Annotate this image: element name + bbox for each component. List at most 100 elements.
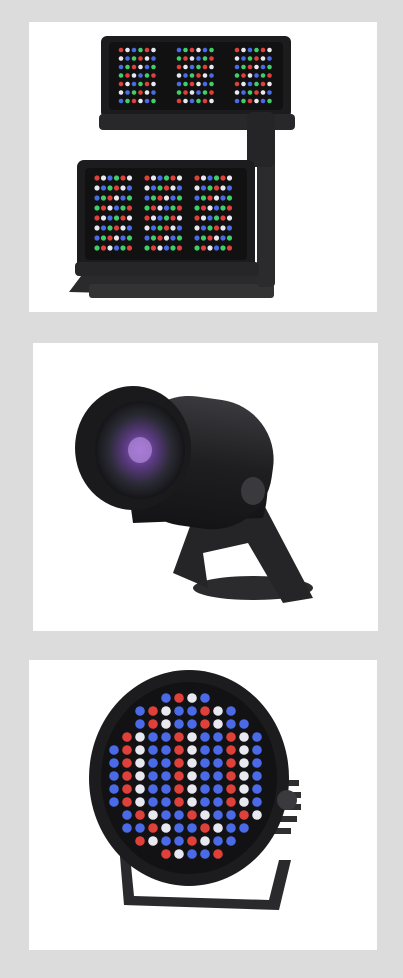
led-dot xyxy=(213,235,220,241)
led-dot xyxy=(209,47,214,53)
led-dot xyxy=(241,90,246,95)
led-dot xyxy=(151,98,156,104)
led-dot xyxy=(234,64,240,70)
led-dot xyxy=(200,185,207,191)
product-card-floodlight[interactable] xyxy=(29,22,377,312)
led-dot xyxy=(189,81,195,87)
led-dot xyxy=(113,195,120,201)
led-dot xyxy=(254,47,259,53)
led-dot xyxy=(126,225,133,231)
led-dot xyxy=(226,797,236,807)
led-dot xyxy=(174,836,184,846)
led-dot xyxy=(163,235,170,241)
led-dot xyxy=(122,784,132,794)
led-dot xyxy=(187,849,197,859)
led-dot xyxy=(247,56,253,61)
led-dot xyxy=(183,64,188,70)
led-dot xyxy=(187,745,197,755)
led-dot xyxy=(252,797,262,807)
led-dot xyxy=(176,225,183,231)
led-dot xyxy=(176,215,183,221)
led-dot xyxy=(252,784,262,794)
led-dot xyxy=(131,73,137,78)
led-dot xyxy=(234,47,240,53)
led-dot xyxy=(202,47,208,53)
led-dot xyxy=(196,73,201,78)
led-dot xyxy=(213,719,223,729)
led-dot xyxy=(170,245,176,251)
product-card-wash-light[interactable] xyxy=(29,660,377,950)
led-dot xyxy=(107,245,113,251)
led-dot xyxy=(144,47,150,53)
product-card-spotlight[interactable] xyxy=(33,343,378,631)
led-dot xyxy=(239,797,249,807)
led-dot xyxy=(174,797,184,807)
led-dot xyxy=(113,205,120,211)
led-dot xyxy=(150,175,157,181)
led-dot xyxy=(138,90,143,95)
led-dot xyxy=(161,771,171,781)
led-dot xyxy=(220,215,226,221)
led-dot xyxy=(94,185,100,191)
led-dot xyxy=(202,81,208,87)
led-dot xyxy=(213,175,220,181)
led-dot xyxy=(226,771,236,781)
led-dot xyxy=(189,64,195,70)
led-dot xyxy=(220,195,226,201)
led-dot xyxy=(125,98,130,104)
led-dot xyxy=(209,81,214,87)
led-dot xyxy=(194,245,200,251)
led-dot xyxy=(174,849,184,859)
led-dot xyxy=(148,745,158,755)
led-dot xyxy=(267,81,272,87)
led-dot xyxy=(150,225,157,231)
led-dot xyxy=(161,784,171,794)
led-dot xyxy=(187,732,197,742)
led-dot xyxy=(213,797,223,807)
led-dot xyxy=(183,90,188,95)
led-dot xyxy=(267,64,272,70)
led-dot xyxy=(107,175,113,181)
led-dot xyxy=(135,810,145,820)
led-dot xyxy=(113,225,120,231)
led-dot xyxy=(200,205,207,211)
led-dot xyxy=(150,185,157,191)
led-dot xyxy=(125,73,130,78)
led-dot xyxy=(260,56,266,61)
led-dot xyxy=(267,98,272,104)
led-dot xyxy=(157,205,163,211)
led-dot xyxy=(126,215,133,221)
led-dot xyxy=(113,245,120,251)
led-dot xyxy=(247,90,253,95)
led-dot xyxy=(226,823,236,833)
led-dot xyxy=(161,745,171,755)
led-dot xyxy=(107,215,113,221)
led-dot xyxy=(260,98,266,104)
led-dot xyxy=(174,771,184,781)
led-dot xyxy=(239,823,249,833)
led-dot xyxy=(138,47,143,53)
led-dot xyxy=(144,56,150,61)
led-dot xyxy=(213,185,220,191)
led-dot xyxy=(144,215,150,221)
led-dot xyxy=(131,98,137,104)
led-dot xyxy=(260,64,266,70)
led-dot xyxy=(135,771,145,781)
led-dot xyxy=(176,98,182,104)
led-dot xyxy=(213,225,220,231)
led-dot xyxy=(151,81,156,87)
led-dot xyxy=(196,47,201,53)
led-dot xyxy=(122,758,132,768)
led-dot xyxy=(234,56,240,61)
led-dot xyxy=(100,185,107,191)
led-dot xyxy=(183,98,188,104)
led-dot xyxy=(148,706,158,716)
led-dot xyxy=(144,98,150,104)
led-dot xyxy=(144,195,150,201)
led-dot xyxy=(163,195,170,201)
led-dot xyxy=(226,784,236,794)
led-dot xyxy=(207,205,213,211)
led-dot xyxy=(213,745,223,755)
led-dot xyxy=(200,225,207,231)
led-dot xyxy=(239,771,249,781)
